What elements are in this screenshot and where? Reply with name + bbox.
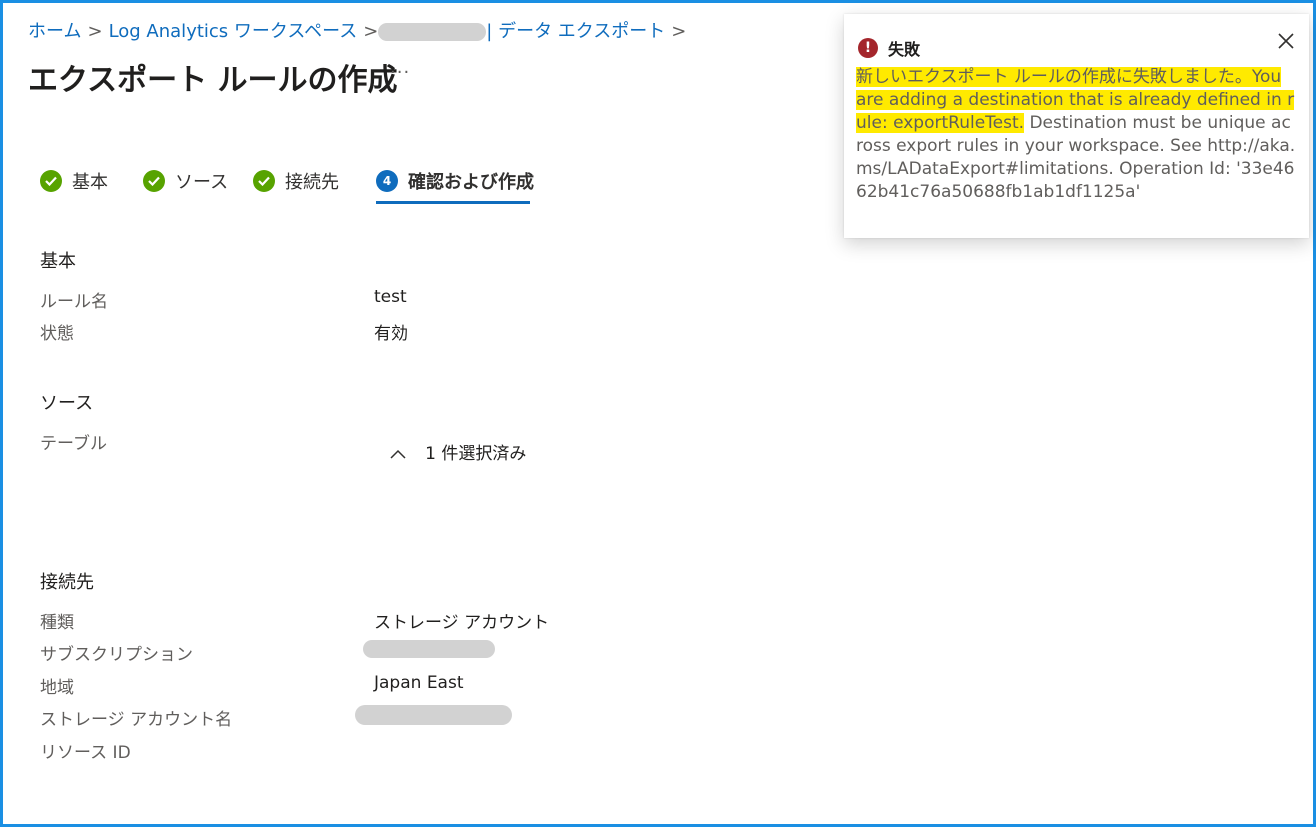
tables-expander[interactable]: 1 件選択済み bbox=[390, 439, 526, 464]
section-basics: 基本 bbox=[40, 251, 76, 272]
breadcrumb-workspaces[interactable]: Log Analytics ワークスペース bbox=[109, 21, 358, 42]
region-value: Japan East bbox=[374, 673, 464, 693]
breadcrumb-separator: > bbox=[87, 21, 103, 42]
notification-message: 新しいエクスポート ルールの作成に失敗しました。You are adding a… bbox=[856, 66, 1296, 204]
more-options-button[interactable]: ··· bbox=[390, 62, 410, 83]
check-icon bbox=[253, 170, 275, 192]
breadcrumb-data-export[interactable]: | データ エクスポート bbox=[486, 21, 665, 42]
redacted-workspace-name bbox=[378, 23, 487, 41]
step-number-icon: 4 bbox=[376, 170, 398, 192]
tab-review-create[interactable]: 4 確認および作成 bbox=[376, 168, 534, 194]
notification-title: 失敗 bbox=[888, 40, 921, 59]
rule-name-label: ルール名 bbox=[40, 292, 108, 312]
region-label: 地域 bbox=[40, 678, 74, 698]
check-icon bbox=[143, 170, 165, 192]
close-icon[interactable] bbox=[1277, 32, 1295, 55]
redacted-subscription bbox=[363, 640, 495, 658]
tab-source[interactable]: ソース bbox=[143, 168, 228, 194]
tab-basics[interactable]: 基本 bbox=[40, 168, 108, 194]
breadcrumb-separator: > bbox=[363, 21, 379, 42]
tables-selected-count: 1 件選択済み bbox=[425, 444, 527, 464]
breadcrumb: ホーム > Log Analytics ワークスペース > | データ エクスポート > bbox=[28, 17, 692, 43]
section-destination: 接続先 bbox=[40, 572, 94, 593]
type-value: ストレージ アカウント bbox=[374, 613, 550, 633]
breadcrumb-home[interactable]: ホーム bbox=[28, 21, 81, 42]
redacted-storage-account bbox=[355, 705, 512, 725]
tab-destination[interactable]: 接続先 bbox=[253, 168, 339, 194]
subscription-label: サブスクリプション bbox=[40, 645, 193, 665]
section-source: ソース bbox=[40, 393, 94, 414]
tab-label: 接続先 bbox=[285, 172, 339, 193]
tab-label: 基本 bbox=[72, 172, 108, 193]
check-icon bbox=[40, 170, 62, 192]
tab-label: 確認および作成 bbox=[408, 172, 534, 193]
active-tab-indicator bbox=[376, 201, 530, 204]
breadcrumb-separator: > bbox=[671, 21, 687, 42]
table-label: テーブル bbox=[40, 434, 107, 454]
chevron-up-icon bbox=[390, 444, 411, 463]
state-label: 状態 bbox=[40, 324, 74, 344]
type-label: 種類 bbox=[40, 613, 74, 633]
page-title: エクスポート ルールの作成 bbox=[28, 63, 398, 98]
state-value: 有効 bbox=[374, 324, 408, 344]
notification-header: ! 失敗 bbox=[858, 36, 920, 60]
error-icon: ! bbox=[858, 38, 878, 58]
storage-account-label: ストレージ アカウント名 bbox=[40, 710, 233, 730]
error-notification: ! 失敗 新しいエクスポート ルールの作成に失敗しました。You are add… bbox=[844, 14, 1309, 238]
resource-id-label: リソース ID bbox=[40, 743, 131, 763]
tab-label: ソース bbox=[175, 172, 229, 193]
rule-name-value: test bbox=[374, 287, 407, 307]
